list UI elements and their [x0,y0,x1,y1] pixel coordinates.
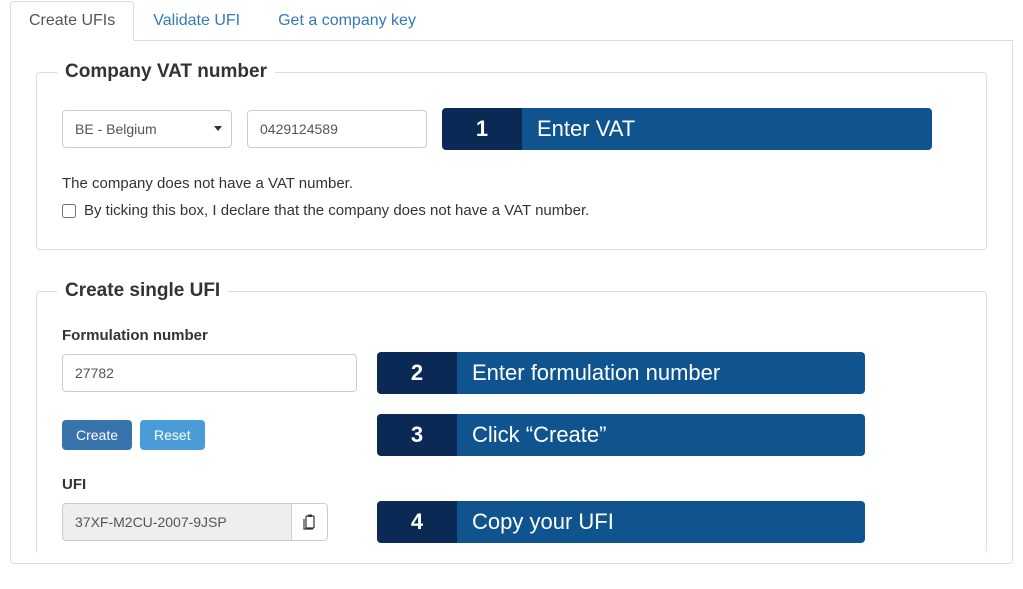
callout-1-text: Enter VAT [522,108,932,150]
tab-company-key[interactable]: Get a company key [259,1,435,41]
country-select[interactable]: BE - Belgium [62,110,232,148]
callout-2: 2 Enter formulation number [377,352,865,394]
vat-input[interactable] [247,110,427,148]
no-vat-checkbox-label: By ticking this box, I declare that the … [84,202,589,219]
clipboard-icon [303,514,317,530]
formulation-input[interactable] [62,354,357,392]
callout-4: 4 Copy your UFI [377,501,865,543]
callout-3-num: 3 [377,414,457,456]
create-button[interactable]: Create [62,420,132,450]
callout-4-text: Copy your UFI [457,501,865,543]
vat-fieldset: Company VAT number BE - Belgium 1 Enter … [36,61,987,250]
tab-panel: Company VAT number BE - Belgium 1 Enter … [10,41,1013,564]
callout-1-num: 1 [442,108,522,150]
reset-button[interactable]: Reset [140,420,205,450]
ufi-label: UFI [62,476,961,493]
vat-legend: Company VAT number [57,61,275,83]
callout-3-text: Click “Create” [457,414,865,456]
callout-3: 3 Click “Create” [377,414,865,456]
ufi-output [62,503,292,541]
tab-create-ufis[interactable]: Create UFIs [10,1,134,41]
create-legend: Create single UFI [57,280,228,302]
no-vat-info: The company does not have a VAT number. [62,175,961,192]
tab-validate-ufi[interactable]: Validate UFI [134,1,259,41]
tabs: Create UFIs Validate UFI Get a company k… [10,0,1013,41]
create-fieldset: Create single UFI Formulation number 2 E… [36,280,987,553]
callout-2-text: Enter formulation number [457,352,865,394]
no-vat-checkbox[interactable] [62,204,76,218]
formulation-label: Formulation number [62,327,961,344]
callout-4-num: 4 [377,501,457,543]
callout-1: 1 Enter VAT [442,108,932,150]
copy-ufi-button[interactable] [292,503,328,541]
callout-2-num: 2 [377,352,457,394]
